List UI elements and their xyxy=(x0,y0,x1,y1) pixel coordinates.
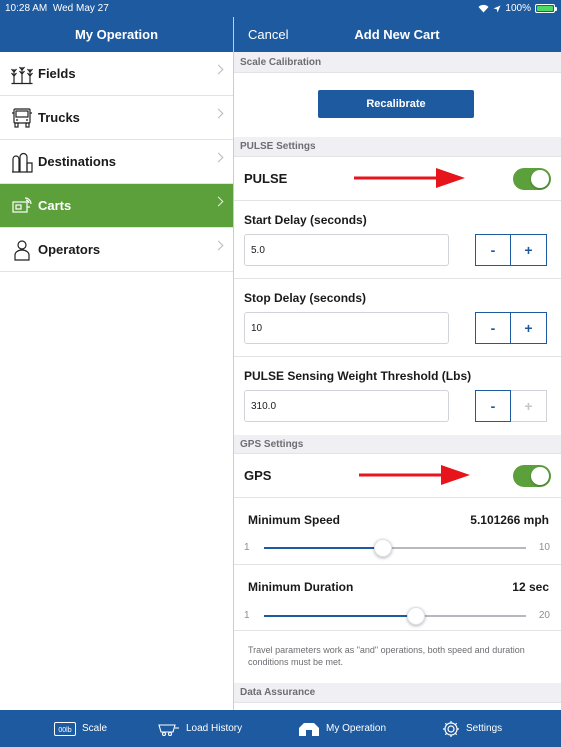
sidebar-item-label: Destinations xyxy=(38,154,117,169)
sidebar: Fields Trucks Destinations Carts Operato… xyxy=(0,52,233,710)
silo-icon xyxy=(10,150,34,174)
slider-track xyxy=(264,607,526,625)
tab-label: Load History xyxy=(186,723,243,734)
min-speed-label: Minimum Speed xyxy=(248,513,341,527)
tab-bar: 00lb Scale Load History My Operation Set… xyxy=(0,710,561,747)
slider-max-label: 10 xyxy=(538,542,550,553)
chevron-right-icon xyxy=(213,64,224,75)
pulse-toggle-row: PULSE xyxy=(234,157,561,201)
tab-label: Scale xyxy=(82,723,108,734)
start-delay-row: Start Delay (seconds) 5.0 - + xyxy=(234,201,561,279)
min-duration-row: Minimum Duration 12 sec 1 20 xyxy=(234,565,561,631)
stop-delay-field[interactable]: 10 xyxy=(244,312,449,344)
min-duration-label: Minimum Duration xyxy=(248,580,354,594)
start-delay-field[interactable]: 5.0 xyxy=(244,234,449,266)
sidebar-item-fields[interactable]: Fields xyxy=(0,52,233,96)
calibration-row: Recalibrate xyxy=(234,73,561,137)
chevron-right-icon xyxy=(213,240,224,251)
scale-badge: 00lb xyxy=(58,727,71,734)
sidebar-item-carts[interactable]: Carts xyxy=(0,184,233,228)
data-assurance-row xyxy=(234,703,561,710)
tab-my-operation[interactable]: My Operation xyxy=(298,710,386,747)
decrement-button[interactable]: - xyxy=(475,390,511,422)
slider-track xyxy=(264,539,526,557)
sidebar-item-operators[interactable]: Operators xyxy=(0,228,233,272)
threshold-label: PULSE Sensing Weight Threshold (Lbs) xyxy=(244,369,472,383)
red-arrow-annotation xyxy=(354,168,465,188)
increment-button[interactable]: + xyxy=(511,390,547,422)
travel-parameters-note: Travel parameters work as "and" operatio… xyxy=(248,645,525,667)
plant-icon xyxy=(10,62,34,86)
scale-icon: 00lb xyxy=(54,721,76,736)
slider-thumb[interactable] xyxy=(406,607,425,625)
detail-navbar: Add New Cart Cancel xyxy=(233,17,561,52)
truck-icon xyxy=(10,106,34,130)
decrement-button[interactable]: - xyxy=(475,312,511,344)
tab-label: Settings xyxy=(466,723,503,734)
cancel-button[interactable]: Cancel xyxy=(248,17,288,52)
sidebar-item-destinations[interactable]: Destinations xyxy=(0,140,233,184)
pulse-toggle[interactable] xyxy=(513,168,551,190)
gps-toggle-row: GPS xyxy=(234,454,561,498)
tab-label: My Operation xyxy=(326,723,387,734)
section-header-scale-calibration: Scale Calibration xyxy=(234,52,561,73)
tab-scale[interactable]: 00lb Scale xyxy=(54,710,107,747)
chevron-right-icon xyxy=(213,152,224,163)
section-header-pulse: PULSE Settings xyxy=(234,137,561,157)
section-header-gps: GPS Settings xyxy=(234,435,561,454)
toggle-knob xyxy=(531,170,549,188)
tab-load-history[interactable]: Load History xyxy=(158,710,242,747)
start-delay-label: Start Delay (seconds) xyxy=(244,213,367,227)
sidebar-title: My Operation xyxy=(74,27,159,42)
sidebar-item-trucks[interactable]: Trucks xyxy=(0,96,233,140)
start-delay-stepper: - + xyxy=(475,234,547,266)
slider-max-label: 20 xyxy=(538,610,550,621)
min-speed-value: 5.101266 mph xyxy=(470,513,549,527)
slider-fill xyxy=(264,615,416,617)
sidebar-item-label: Operators xyxy=(38,242,101,257)
stop-delay-stepper: - + xyxy=(475,312,547,344)
detail-pane: Scale Calibration Recalibrate PULSE Sett… xyxy=(234,52,561,710)
sidebar-item-label: Fields xyxy=(38,66,76,81)
sidebar-item-label: Carts xyxy=(38,198,72,213)
tab-settings[interactable]: Settings xyxy=(442,710,502,747)
gps-toggle[interactable] xyxy=(513,465,551,487)
battery-percent: 100% xyxy=(505,3,531,14)
min-duration-value: 12 sec xyxy=(512,580,549,594)
gear-icon xyxy=(442,720,460,738)
red-arrow-annotation xyxy=(359,465,470,485)
slider-min-label: 1 xyxy=(244,542,250,553)
min-speed-row: Minimum Speed 5.101266 mph 1 10 xyxy=(234,498,561,565)
battery-icon xyxy=(535,4,557,13)
increment-button[interactable]: + xyxy=(511,234,547,266)
chevron-right-icon xyxy=(213,196,224,207)
stop-delay-row: Stop Delay (seconds) 10 - + xyxy=(234,279,561,357)
threshold-field[interactable]: 310.0 xyxy=(244,390,449,422)
threshold-row: PULSE Sensing Weight Threshold (Lbs) 310… xyxy=(234,357,561,435)
recalibrate-button[interactable]: Recalibrate xyxy=(318,90,474,118)
status-right: 100% xyxy=(478,3,557,14)
cart-outline-icon xyxy=(158,722,180,736)
toggle-knob xyxy=(531,467,549,485)
person-icon xyxy=(10,238,34,262)
stop-delay-label: Stop Delay (seconds) xyxy=(244,291,367,305)
slider-min-label: 1 xyxy=(244,610,250,621)
location-icon xyxy=(493,5,501,12)
gps-label: GPS xyxy=(244,468,272,483)
cart-icon xyxy=(10,194,34,218)
status-bar: 10:28 AM Wed May 27 100% xyxy=(0,0,561,17)
status-time: 10:28 AM Wed May 27 xyxy=(5,3,109,14)
section-header-data-assurance: Data Assurance xyxy=(234,683,561,703)
pulse-label: PULSE xyxy=(244,171,288,186)
increment-button[interactable]: + xyxy=(511,312,547,344)
decrement-button[interactable]: - xyxy=(475,234,511,266)
slider-thumb[interactable] xyxy=(374,539,393,557)
sidebar-item-label: Trucks xyxy=(38,110,80,125)
threshold-stepper: - + xyxy=(475,390,547,422)
chevron-right-icon xyxy=(213,108,224,119)
wifi-icon xyxy=(478,4,489,13)
barn-icon xyxy=(298,721,320,737)
slider-fill xyxy=(264,547,384,549)
